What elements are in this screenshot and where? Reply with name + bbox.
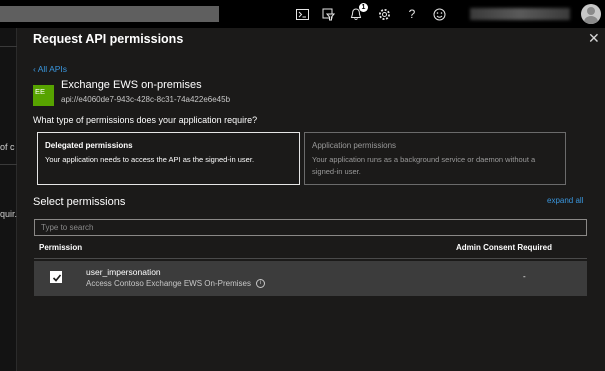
avatar[interactable] xyxy=(581,4,601,24)
delegated-permissions-description: Your application needs to access the API… xyxy=(45,155,255,164)
all-apis-link[interactable]: ‹ All APIs xyxy=(33,64,67,74)
background-blade: of c quir. xyxy=(0,28,17,371)
delegated-permissions-title: Delegated permissions xyxy=(45,141,133,150)
api-name: Exchange EWS on-premises xyxy=(61,79,202,91)
column-header-permission[interactable]: Permission xyxy=(39,243,82,252)
permission-description: Access Contoso Exchange EWS On-Premises xyxy=(86,279,251,288)
background-divider xyxy=(0,46,17,47)
application-permissions-title: Application permissions xyxy=(312,141,397,150)
notification-count-badge: 1 xyxy=(359,3,368,12)
directory-filter-icon[interactable] xyxy=(320,6,336,22)
info-icon[interactable]: i xyxy=(255,279,265,288)
permission-search-input[interactable]: Type to search xyxy=(34,219,587,236)
all-apis-label: All APIs xyxy=(37,64,68,74)
background-text-fragment: quir. xyxy=(0,209,17,219)
delegated-permissions-card[interactable]: Delegated permissions Your application n… xyxy=(37,132,300,185)
checkmark-icon xyxy=(52,274,62,282)
close-icon[interactable]: ✕ xyxy=(588,30,600,47)
global-search-box[interactable] xyxy=(0,6,219,22)
permissions-table-header: Permission Admin Consent Required xyxy=(34,239,587,259)
cloud-shell-icon[interactable] xyxy=(294,6,310,22)
column-header-admin-consent[interactable]: Admin Consent Required xyxy=(456,243,552,252)
notifications-icon[interactable]: 1 xyxy=(348,3,368,22)
help-icon[interactable]: ? xyxy=(404,6,420,22)
permission-type-question: What type of permissions does your appli… xyxy=(33,115,258,125)
table-row[interactable]: user_impersonation Access Contoso Exchan… xyxy=(34,261,587,296)
feedback-icon[interactable] xyxy=(431,6,447,22)
request-api-permissions-panel: Request API permissions ✕ ‹ All APIs EE … xyxy=(17,28,605,371)
background-divider xyxy=(0,164,17,165)
background-text-fragment: of c xyxy=(0,142,15,152)
permission-name: user_impersonation xyxy=(86,267,161,277)
application-permissions-card[interactable]: Application permissions Your application… xyxy=(304,132,566,185)
expand-all-link[interactable]: expand all xyxy=(547,196,583,205)
admin-consent-value: - xyxy=(523,272,526,281)
panel-title: Request API permissions xyxy=(33,32,184,46)
permission-checkbox[interactable] xyxy=(50,271,62,283)
account-name-blurred[interactable] xyxy=(470,8,570,20)
chevron-left-icon: ‹ xyxy=(33,64,36,74)
top-bar: 1 ? xyxy=(0,0,605,28)
settings-icon[interactable] xyxy=(376,6,392,22)
api-uri: api://e4060de7-943c-428c-8c31-74a422e6e4… xyxy=(61,95,231,104)
api-logo: EE xyxy=(33,85,54,106)
select-permissions-heading: Select permissions xyxy=(33,196,126,208)
application-permissions-description: Your application runs as a background se… xyxy=(312,155,536,176)
permission-description-wrap: Access Contoso Exchange EWS On-Premises … xyxy=(86,279,265,288)
